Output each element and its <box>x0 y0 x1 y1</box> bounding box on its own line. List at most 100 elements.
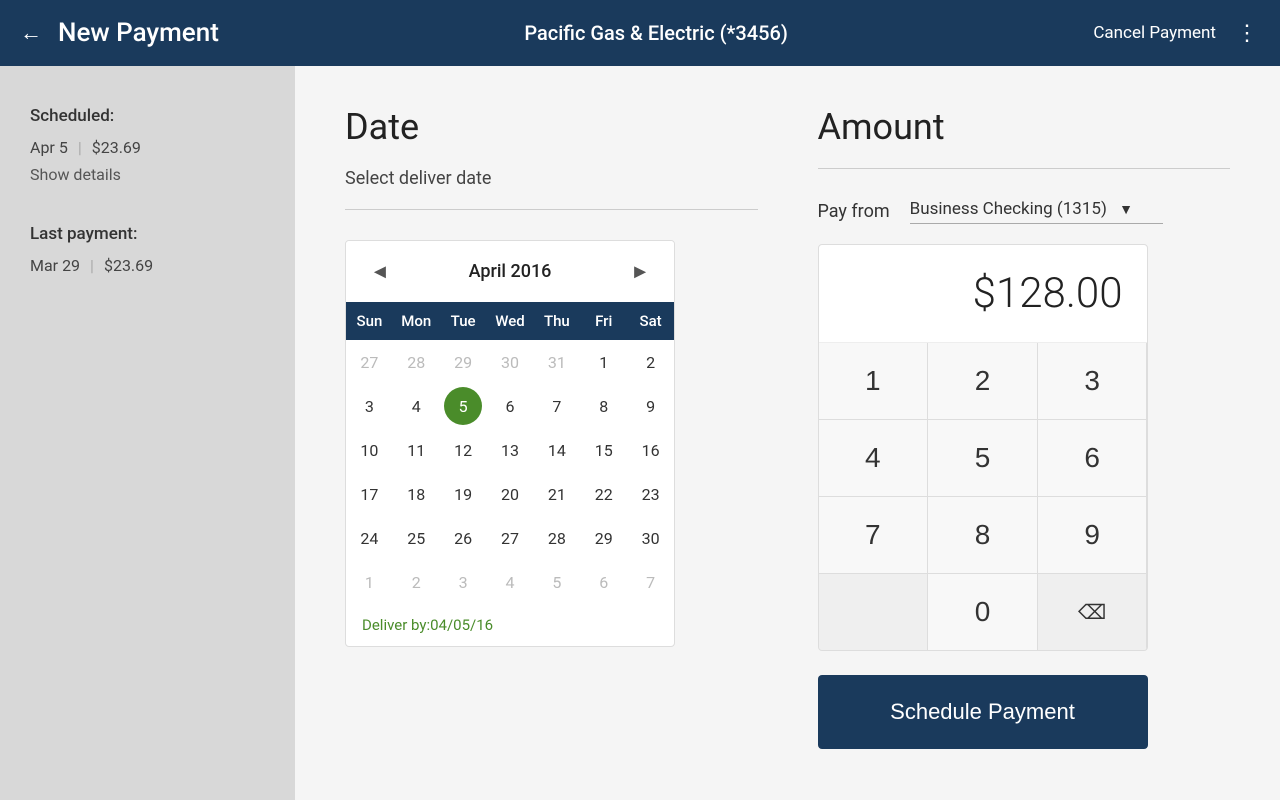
calendar-cell-wrapper: 11 <box>393 428 440 472</box>
app-header: ← New Payment Pacific Gas & Electric (*3… <box>0 0 1280 66</box>
amount-section-title: Amount <box>818 106 1231 148</box>
calendar-cell-wrapper: 2 <box>393 560 440 604</box>
calendar-day[interactable]: 6 <box>505 387 514 426</box>
amount-display: $128.00 <box>819 245 1147 343</box>
calendar-day[interactable]: 28 <box>548 519 566 558</box>
calendar-day[interactable]: 20 <box>501 475 519 514</box>
calendar-day[interactable]: 15 <box>595 431 613 470</box>
content-area: Date Select deliver date ◄ April 2016 ► … <box>295 66 1280 800</box>
scheduled-amount: $23.69 <box>92 138 141 157</box>
calendar-day[interactable]: 12 <box>454 431 472 470</box>
calendar-cell-wrapper: 3 <box>440 560 487 604</box>
header-actions: Cancel Payment ⋮ <box>1093 21 1260 46</box>
calendar-day[interactable]: 13 <box>501 431 519 470</box>
calendar-cell-wrapper: 19 <box>440 472 487 516</box>
calendar-day[interactable]: 29 <box>595 519 613 558</box>
calendar-cell-wrapper: 9 <box>627 384 674 428</box>
calendar-day[interactable]: 14 <box>548 431 566 470</box>
calendar-day: 31 <box>548 343 566 382</box>
calendar-cell-wrapper: 3 <box>346 384 393 428</box>
calendar-cell-wrapper: 26 <box>440 516 487 560</box>
calendar-cell-wrapper: 28 <box>533 516 580 560</box>
calendar-day[interactable]: 30 <box>642 519 660 558</box>
calendar-day[interactable]: 19 <box>454 475 472 514</box>
schedule-payment-button[interactable]: Schedule Payment <box>818 675 1148 749</box>
keypad-key-4[interactable]: 4 <box>819 420 928 496</box>
calendar-cell-wrapper: 15 <box>580 428 627 472</box>
keypad-key-7[interactable]: 7 <box>819 497 928 573</box>
calendar-day[interactable]: 5 <box>444 387 482 425</box>
calendar-day[interactable]: 4 <box>412 387 421 426</box>
calendar-day: 6 <box>599 563 608 602</box>
pay-from-account[interactable]: Business Checking (1315) ▼ <box>910 199 1163 224</box>
calendar-day[interactable]: 26 <box>454 519 472 558</box>
keypad-key-3[interactable]: 3 <box>1038 343 1147 419</box>
calendar-day[interactable]: 8 <box>599 387 608 426</box>
date-section-title: Date <box>345 106 758 148</box>
keypad-key-5[interactable]: 5 <box>928 420 1037 496</box>
calendar-day[interactable]: 24 <box>360 519 378 558</box>
calendar-day[interactable]: 11 <box>407 431 425 470</box>
keypad-key-6[interactable]: 6 <box>1038 420 1147 496</box>
calendar-day[interactable]: 10 <box>360 431 378 470</box>
last-payment-date: Mar 29 <box>30 256 80 275</box>
calendar-cell-wrapper: 27 <box>487 516 534 560</box>
deliver-by-date: 04/05/16 <box>430 616 493 634</box>
last-payment-amount: $23.69 <box>104 256 153 275</box>
calendar-day[interactable]: 3 <box>365 387 374 426</box>
cal-day-header: Wed <box>487 302 534 340</box>
keypad-key-0[interactable]: 0 <box>928 574 1037 650</box>
calendar-cell-wrapper: 28 <box>393 340 440 384</box>
calendar-cell-wrapper: 27 <box>346 340 393 384</box>
dropdown-arrow-icon: ▼ <box>1119 202 1133 218</box>
calendar-cell-wrapper: 31 <box>533 340 580 384</box>
calendar-day[interactable]: 27 <box>501 519 519 558</box>
keypad-key-1[interactable]: 1 <box>819 343 928 419</box>
calendar-cell-wrapper: 13 <box>487 428 534 472</box>
calendar-day[interactable]: 1 <box>599 343 608 382</box>
calendar-cell-wrapper: 25 <box>393 516 440 560</box>
calendar-cell-wrapper: 16 <box>627 428 674 472</box>
calendar-grid: SunMonTueWedThuFriSat2728293031123456789… <box>346 302 674 604</box>
calendar-day[interactable]: 22 <box>595 475 613 514</box>
cal-next-button[interactable]: ► <box>622 255 658 288</box>
calendar-cell-wrapper: 23 <box>627 472 674 516</box>
calendar-day[interactable]: 2 <box>646 343 655 382</box>
calendar-day[interactable]: 23 <box>642 475 660 514</box>
cal-day-header: Fri <box>580 302 627 340</box>
calendar-day[interactable]: 7 <box>552 387 561 426</box>
keypad-backspace-button[interactable]: ⌫ <box>1038 574 1147 650</box>
scheduled-payment-row: Apr 5 | $23.69 <box>30 138 265 157</box>
calendar-day[interactable]: 17 <box>360 475 378 514</box>
cal-day-header: Sat <box>627 302 674 340</box>
cal-month-year: April 2016 <box>469 261 552 282</box>
more-options-icon[interactable]: ⋮ <box>1236 21 1260 46</box>
calendar-day: 30 <box>501 343 519 382</box>
calendar-day[interactable]: 9 <box>646 387 655 426</box>
keypad-container: $128.00 123 456 7890⌫ <box>818 244 1148 651</box>
calendar-cell-wrapper: 6 <box>580 560 627 604</box>
pay-from-row: Pay from Business Checking (1315) ▼ <box>818 199 1231 224</box>
calendar-cell-wrapper: 14 <box>533 428 580 472</box>
calendar-day[interactable]: 18 <box>407 475 425 514</box>
cancel-payment-button[interactable]: Cancel Payment <box>1093 23 1216 43</box>
sidebar: Scheduled: Apr 5 | $23.69 Show details L… <box>0 66 295 800</box>
keypad-key-2[interactable]: 2 <box>928 343 1037 419</box>
pay-from-label: Pay from <box>818 201 890 222</box>
calendar-day: 27 <box>360 343 378 382</box>
keypad-empty <box>819 574 928 650</box>
divider2: | <box>90 256 94 275</box>
calendar-cell-wrapper: 4 <box>487 560 534 604</box>
back-button[interactable]: ← <box>20 20 42 46</box>
show-details-link[interactable]: Show details <box>30 165 265 184</box>
keypad-key-8[interactable]: 8 <box>928 497 1037 573</box>
keypad-key-9[interactable]: 9 <box>1038 497 1147 573</box>
cal-day-header: Sun <box>346 302 393 340</box>
calendar-day[interactable]: 16 <box>642 431 660 470</box>
main-layout: Scheduled: Apr 5 | $23.69 Show details L… <box>0 66 1280 800</box>
calendar-cell-wrapper: 8 <box>580 384 627 428</box>
cal-prev-button[interactable]: ◄ <box>362 255 398 288</box>
calendar-day[interactable]: 21 <box>548 475 566 514</box>
calendar-day[interactable]: 25 <box>407 519 425 558</box>
calendar-cell-wrapper: 1 <box>580 340 627 384</box>
